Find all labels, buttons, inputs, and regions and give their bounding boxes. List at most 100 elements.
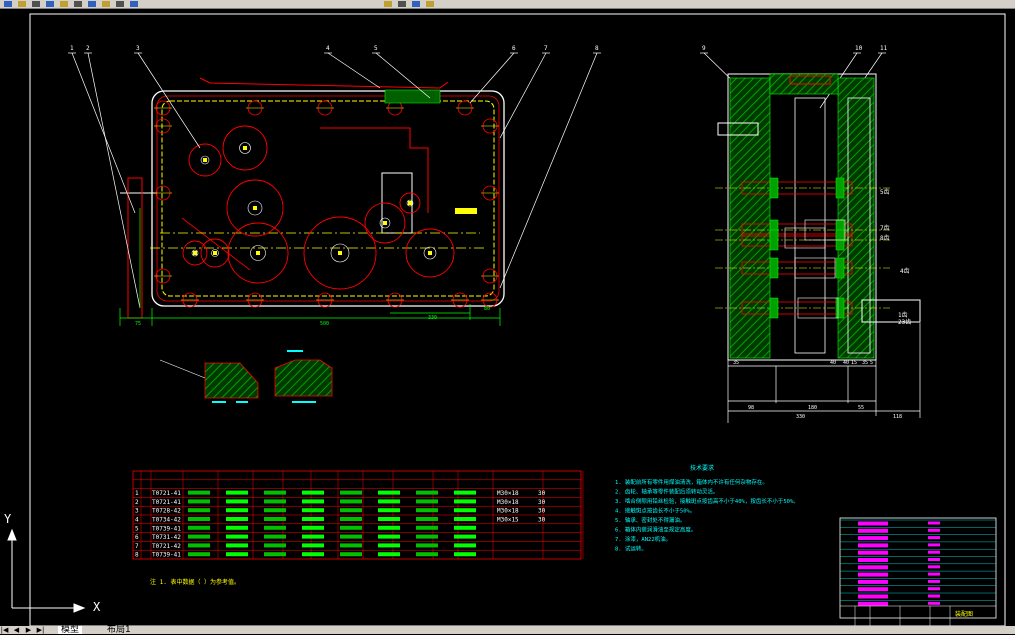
- gear-center-mark: [243, 146, 247, 150]
- table-cell-text: [264, 508, 286, 513]
- table-cell-text: [454, 534, 476, 539]
- table-row-number: 1: [135, 490, 139, 497]
- table-cell-text: [416, 525, 438, 530]
- drawing-canvas[interactable]: 1 2 3 4 5 6 7 8 9 10 11 75 500 330 80 5齿 7齿 8齿 4齿 1齿 23…: [0, 8, 1015, 626]
- paste-icon[interactable]: [102, 1, 110, 7]
- title-row-name: [858, 543, 888, 548]
- table-cell-text: [264, 552, 286, 557]
- tab-layout1[interactable]: 布局1: [104, 626, 134, 635]
- table-cell-text: [378, 543, 400, 548]
- table-spec: M30×18: [497, 490, 519, 497]
- leader-line: [71, 52, 136, 214]
- footnote: 注 1. 表中数据（ ）为参考值。: [150, 578, 240, 586]
- table-cell-text: [264, 490, 286, 495]
- table-cell-text: [226, 525, 248, 530]
- table-row-code: T0739-41: [152, 552, 181, 559]
- leader-line: [469, 52, 515, 104]
- balloon-number: 1: [70, 45, 74, 52]
- table-cell-text: [226, 499, 248, 504]
- table-cell-text: [378, 490, 400, 495]
- title-row-qty: [928, 565, 940, 569]
- detail-view-a: [159, 359, 259, 403]
- side-gear-label: 4齿: [900, 267, 910, 275]
- table-row-number: 7: [135, 543, 139, 550]
- table-cell-text: [340, 499, 362, 504]
- table-row-code: T0721-41: [152, 490, 181, 497]
- balloon-number: 6: [512, 45, 516, 52]
- undo-icon[interactable]: [116, 1, 124, 7]
- title-row-name: [858, 536, 888, 541]
- table-cell-text: [226, 552, 248, 557]
- gear-center-mark: [408, 201, 412, 205]
- note-line: 7. 涂漆，AN22机油。: [615, 535, 671, 543]
- table-cell-text: [378, 508, 400, 513]
- table-row-number: 8: [135, 552, 139, 559]
- side-dim-text: 118: [893, 414, 902, 420]
- table-spec-value: 30: [538, 490, 546, 497]
- axis-y-label: Y: [4, 512, 12, 526]
- table-cell-text: [416, 490, 438, 495]
- table-cell-text: [188, 508, 210, 513]
- title-row-qty: [928, 536, 940, 540]
- side-dim-text: 35: [862, 360, 868, 366]
- title-row-qty: [928, 550, 940, 554]
- first-tab-nav[interactable]: |◀: [0, 626, 9, 634]
- gear-center-mark: [383, 221, 387, 225]
- tab-model[interactable]: 模型: [58, 626, 83, 635]
- side-dim-text: 40: [830, 360, 836, 366]
- table-cell-text: [416, 499, 438, 504]
- copy-icon[interactable]: [88, 1, 96, 7]
- bearing: [769, 257, 779, 279]
- side-gear-label: 1齿: [898, 311, 908, 319]
- layer-icon[interactable]: [412, 1, 420, 7]
- title-row-qty: [928, 587, 940, 591]
- table-cell-text: [454, 517, 476, 521]
- balloon-number: 9: [702, 45, 706, 52]
- prev-tab-nav[interactable]: ◀: [12, 626, 21, 634]
- properties-icon[interactable]: [426, 1, 434, 7]
- table-cell-text: [378, 499, 400, 504]
- table-cell-text: [188, 543, 210, 548]
- balloon-number: 11: [880, 45, 888, 52]
- table-cell-text: [454, 490, 476, 495]
- zoom-icon[interactable]: [398, 1, 406, 7]
- gear-center-mark: [338, 251, 342, 255]
- print-icon[interactable]: [46, 1, 54, 7]
- leader-line: [137, 52, 201, 149]
- balloon-number: 8: [595, 45, 599, 52]
- cad-drawing[interactable]: 1 2 3 4 5 6 7 8 9 10 11 75 500 330 80 5齿7齿8齿4齿1齿23…: [0, 8, 1015, 626]
- gear-center-mark: [253, 206, 257, 210]
- redo-icon[interactable]: [130, 1, 138, 7]
- dim-75: 75: [135, 321, 141, 327]
- table-cell-text: [378, 552, 400, 557]
- table-cell-text: [264, 543, 286, 548]
- table-cell-text: [416, 534, 438, 539]
- table-cell-text: [454, 508, 476, 513]
- open-icon[interactable]: [18, 1, 26, 7]
- balloons: 1 2 3 4 5 6 7 8 9 10 11: [70, 45, 888, 52]
- table-cell-text: [416, 552, 438, 557]
- balloon-number: 2: [86, 45, 90, 52]
- next-tab-nav[interactable]: ▶: [24, 626, 33, 634]
- new-icon[interactable]: [4, 1, 12, 7]
- title-row-qty: [928, 521, 940, 525]
- table-cell-text: [378, 525, 400, 530]
- table-row-number: 5: [135, 525, 139, 532]
- preview-icon[interactable]: [60, 1, 68, 7]
- table-spec: M30×18: [497, 499, 519, 506]
- bearing: [835, 297, 845, 319]
- table-cell-text: [302, 552, 324, 557]
- last-tab-nav[interactable]: ▶|: [36, 626, 45, 634]
- cut-icon[interactable]: [74, 1, 82, 7]
- side-gear-label: 8齿: [880, 234, 890, 242]
- table-cell-text: [340, 552, 362, 557]
- pan-icon[interactable]: [384, 1, 392, 7]
- parts-table: 1 T0721-41 2 T0721-41 3 T0728-42 4 T0734-42 5 T07…: [132, 470, 584, 560]
- table-cell-text: [188, 517, 210, 521]
- table-cell-text: [454, 525, 476, 530]
- main-dimensions: [119, 208, 501, 326]
- table-cell-text: [454, 499, 476, 504]
- note-line: 5. 轴承、密封处不得漏油。: [615, 516, 685, 524]
- save-icon[interactable]: [32, 1, 40, 7]
- balloon-number: 10: [855, 45, 863, 52]
